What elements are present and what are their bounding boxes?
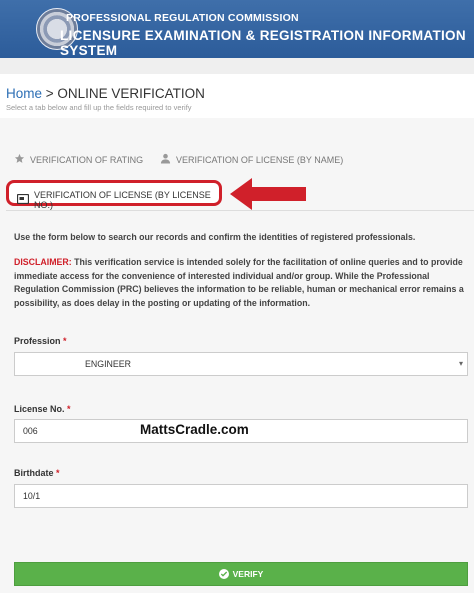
tab-label: VERIFICATION OF LICENSE (BY NAME) xyxy=(176,154,344,165)
red-arrow-icon xyxy=(230,176,308,217)
watermark-text: MattsCradle.com xyxy=(140,422,249,437)
birthdate-label-text: Birthdate xyxy=(14,468,54,478)
birthdate-label: Birthdate * xyxy=(14,468,60,478)
birthdate-input[interactable]: 10/1 xyxy=(14,484,468,508)
header-system-title: LICENSURE EXAMINATION & REGISTRATION INF… xyxy=(60,28,466,58)
tab-label: VERIFICATION OF RATING xyxy=(30,154,144,165)
birthdate-value: 10/1 xyxy=(23,491,41,501)
required-mark: * xyxy=(64,404,71,414)
license-label: License No. * xyxy=(14,404,71,414)
id-card-icon xyxy=(16,193,30,206)
disclaimer-heading: DISCLAIMER: xyxy=(14,257,72,267)
intro-text: Use the form below to search our records… xyxy=(14,232,416,242)
license-number-value: 006 xyxy=(23,426,38,436)
tab-verification-by-name[interactable]: VERIFICATION OF LICENSE (BY NAME) xyxy=(160,153,343,166)
tab-verification-by-license-no[interactable]: VERIFICATION OF LICENSE (BY LICENSE NO.) xyxy=(6,180,222,210)
verify-button-label: VERIFY xyxy=(232,569,264,579)
breadcrumb-subtitle: Select a tab below and fill up the field… xyxy=(6,103,192,112)
disclaimer-text: DISCLAIMER: This verification service is… xyxy=(14,256,466,310)
profession-label: Profession * xyxy=(14,336,67,346)
star-icon xyxy=(14,153,25,166)
header-agency-name: PROFESSIONAL REGULATION COMMISSION xyxy=(66,12,299,24)
required-mark: * xyxy=(53,468,60,478)
check-circle-icon xyxy=(218,569,229,579)
breadcrumb-separator: > xyxy=(42,86,58,101)
profession-select[interactable]: ENGINEER ▾ xyxy=(14,352,468,376)
dropdown-caret-icon: ▾ xyxy=(458,359,463,368)
disclaimer-body: This verification service is intended so… xyxy=(14,257,464,308)
tab-label: VERIFICATION OF LICENSE (BY LICENSE NO.) xyxy=(34,190,211,210)
profession-label-text: Profession xyxy=(14,336,61,346)
required-mark: * xyxy=(60,336,67,346)
profession-selected-value: ENGINEER xyxy=(85,359,131,369)
verify-button[interactable]: VERIFY xyxy=(14,562,468,586)
license-label-text: License No. xyxy=(14,404,65,414)
header-divider xyxy=(0,58,474,74)
site-header: PROFESSIONAL REGULATION COMMISSION LICEN… xyxy=(0,0,474,58)
breadcrumb-current: ONLINE VERIFICATION xyxy=(57,86,205,101)
person-icon xyxy=(160,153,171,166)
breadcrumb-home-link[interactable]: Home xyxy=(6,86,42,101)
tab-verification-of-rating[interactable]: VERIFICATION OF RATING xyxy=(14,153,143,166)
breadcrumb: Home > ONLINE VERIFICATION xyxy=(6,86,205,101)
